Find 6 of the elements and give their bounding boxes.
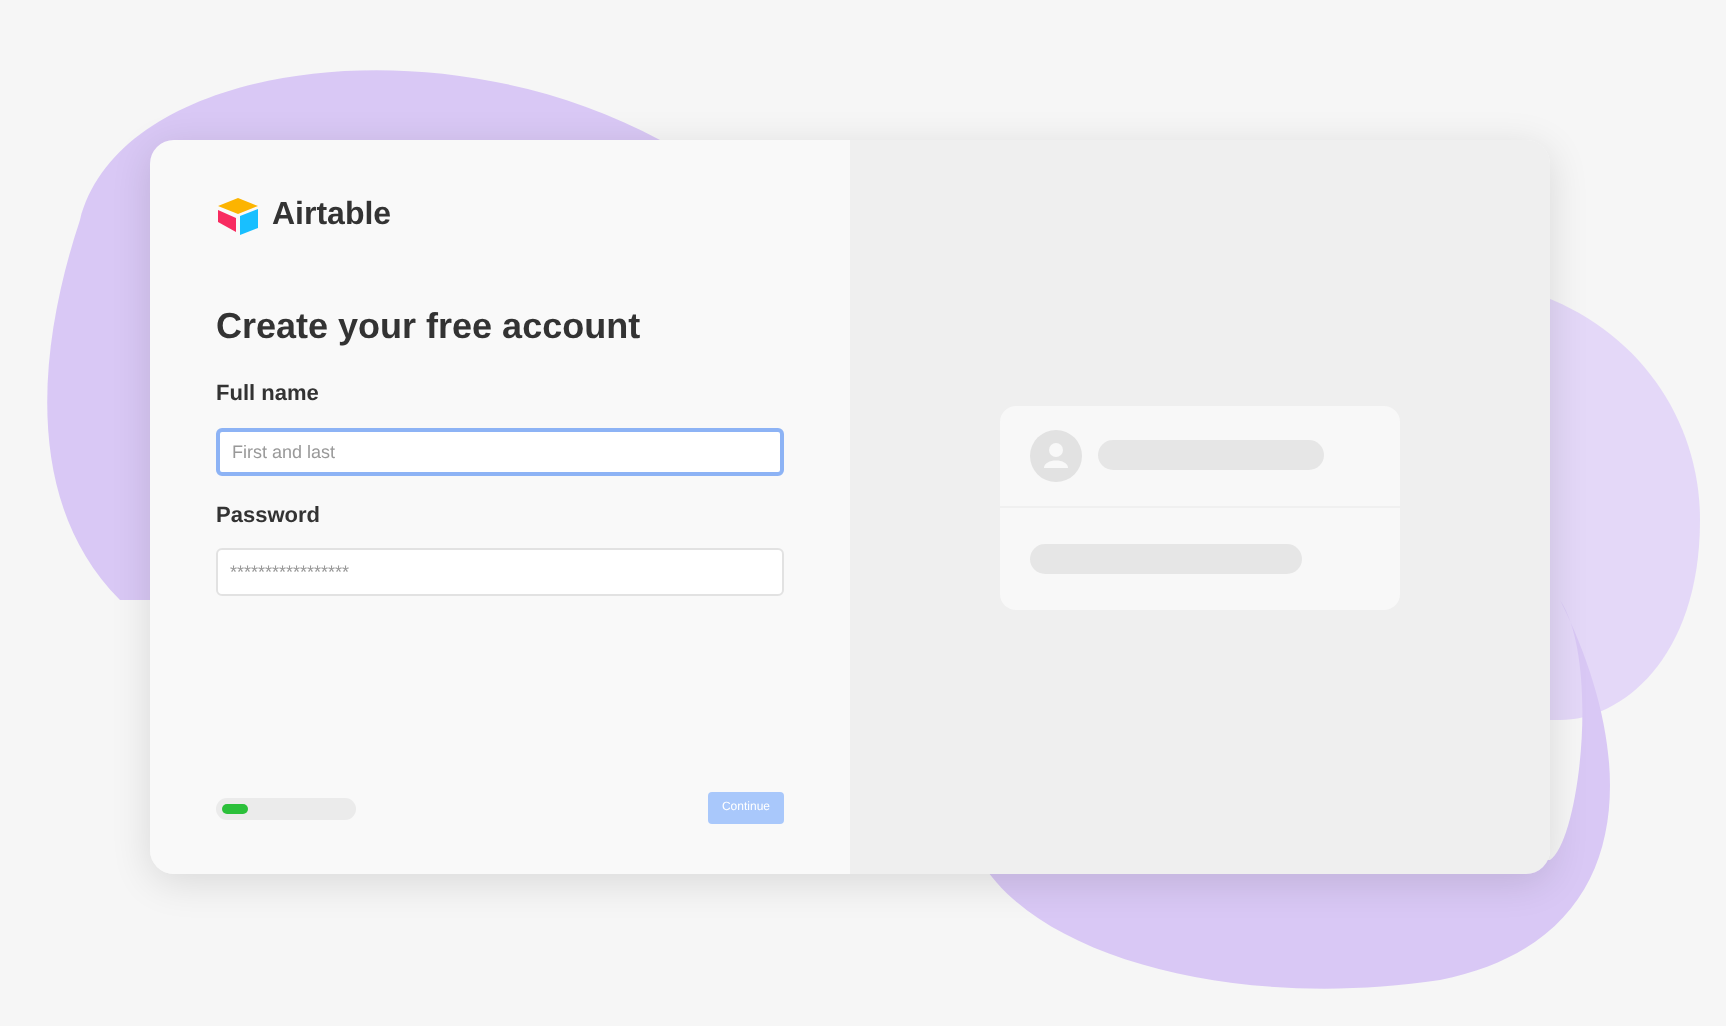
logo-icon xyxy=(216,197,260,235)
field-label: Password xyxy=(216,501,322,531)
input-field[interactable]: First and last xyxy=(216,427,784,475)
field-label: Full name xyxy=(216,380,321,410)
logo-text: Airtable xyxy=(272,196,392,236)
page-heading: Create your free account xyxy=(216,304,643,350)
